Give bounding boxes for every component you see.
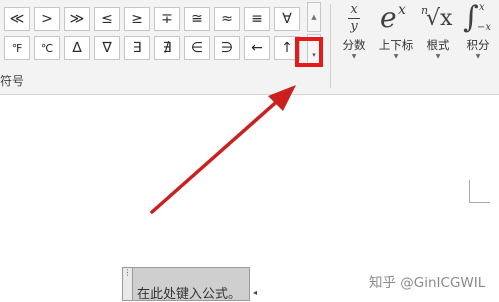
red-pointer-arrow-icon (150, 85, 296, 214)
equation-handle[interactable]: ⋮ (122, 267, 133, 301)
equation-placeholder: 在此处键入公式。 (137, 287, 242, 302)
equation-options-arrow-icon[interactable]: ◂ (253, 288, 257, 297)
watermark: 知乎 @GinICGWIL (369, 275, 486, 291)
equation-input[interactable]: 在此处键入公式。 (133, 267, 250, 302)
